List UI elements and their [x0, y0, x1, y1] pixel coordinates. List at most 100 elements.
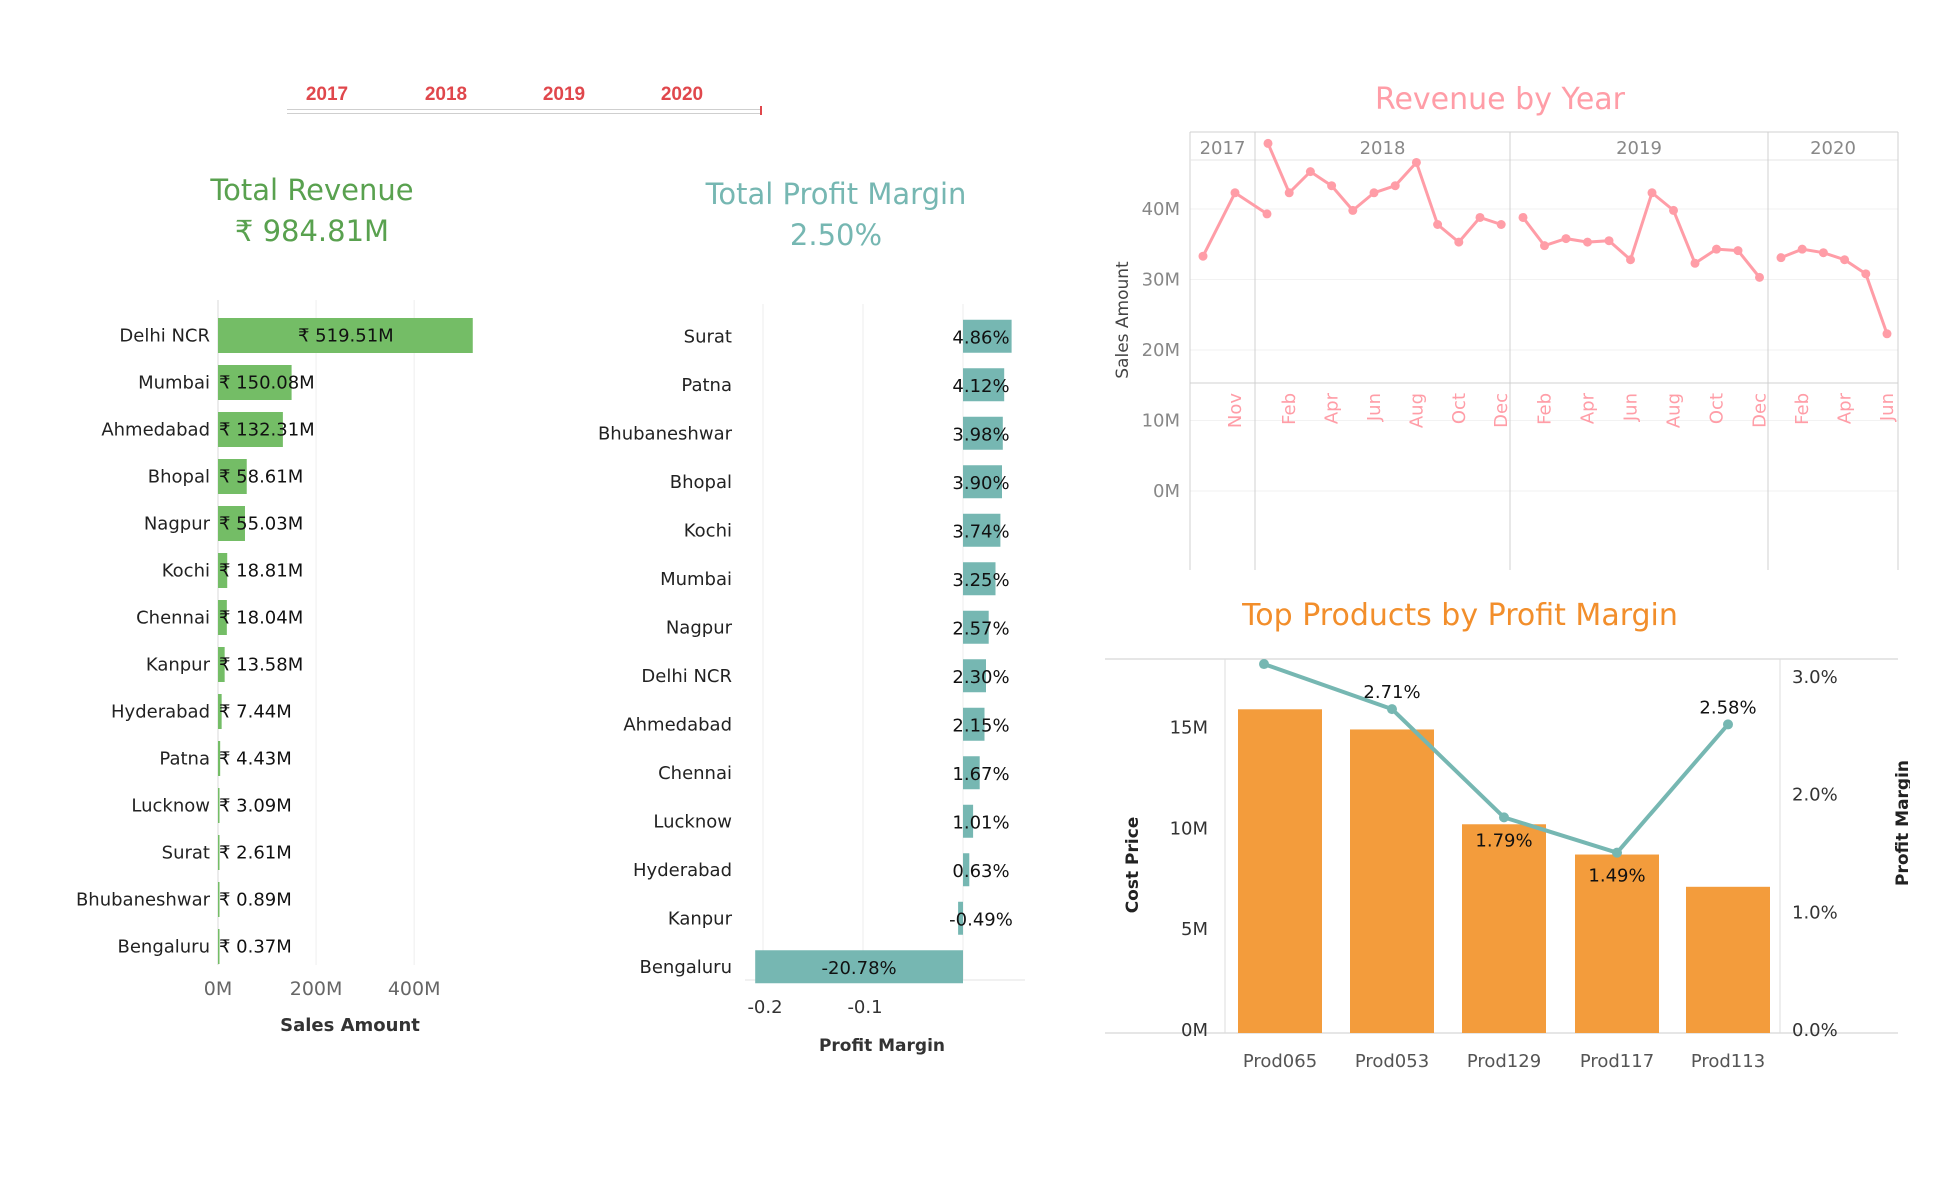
margin-value-label: 1.01%: [952, 812, 1009, 833]
month-tick-label: Aug: [1664, 393, 1685, 428]
margin-value-label: 0.63%: [952, 861, 1009, 882]
city-label: Bengaluru: [117, 937, 210, 958]
revenue-point: [1518, 212, 1528, 222]
city-label: Bhopal: [670, 472, 732, 493]
total-profit-margin-kpi: Total Profit Margin 2.50%: [686, 174, 986, 256]
revenue-line-2017: [1201, 190, 1268, 257]
revenue-point: [1198, 251, 1208, 261]
year-filter-2017[interactable]: 2017: [287, 84, 367, 106]
panel-year-label: 2020: [1810, 138, 1856, 159]
margin-value-label: 1.67%: [952, 764, 1009, 785]
revenue-point: [1454, 237, 1464, 247]
y-left-tick-label: 15M: [1170, 717, 1208, 738]
month-tick-label: Dec: [1750, 393, 1771, 428]
top-products-chart: 0M 5M 10M 15M 0.0% 1.0% 2.0% 3.0% Cost Price Prof…: [1105, 655, 1910, 1072]
city-label: Ahmedabad: [623, 714, 732, 735]
revenue-point: [1262, 209, 1272, 219]
y-tick-label: 40M: [1142, 199, 1180, 220]
city-label: Patna: [159, 749, 210, 770]
sales-value-label: ₹ 3.09M: [219, 796, 292, 817]
x-tick-label: 400M: [388, 978, 441, 1000]
revenue-point: [1411, 157, 1421, 167]
sales-value-label: ₹ 2.61M: [219, 843, 292, 864]
revenue-point: [1840, 255, 1850, 265]
revenue-point: [1733, 246, 1743, 256]
sales-value-label: ₹ 18.04M: [219, 608, 303, 629]
sales-value-label: ₹ 519.51M: [298, 326, 394, 347]
month-tick-label: Jun: [1877, 393, 1898, 422]
y-left-tick-label: 5M: [1181, 919, 1208, 940]
revenue-point: [1284, 188, 1294, 198]
revenue-line-2020: [1780, 247, 1889, 335]
city-label: Ahmedabad: [101, 420, 210, 441]
y-tick-label: 30M: [1142, 270, 1180, 291]
revenue-point: [1583, 237, 1592, 247]
city-label: Surat: [684, 326, 732, 347]
city-label: Bhopal: [148, 467, 210, 488]
revenue-point: [1561, 234, 1571, 244]
cost-price-bar: [1686, 886, 1770, 1033]
revenue-point: [1669, 205, 1678, 215]
revenue-point: [1327, 181, 1337, 191]
profit-margin-point: [1387, 704, 1397, 715]
profit-margin-label: 2.71%: [1363, 682, 1420, 703]
margin-value-label: 3.90%: [952, 473, 1009, 494]
sales-value-label: ₹ 18.81M: [219, 561, 303, 582]
sales-value-label: ₹ 55.03M: [219, 514, 303, 535]
revenue-point: [1348, 205, 1358, 215]
y-left-tick-label: 0M: [1181, 1020, 1208, 1041]
year-filter-2018[interactable]: 2018: [406, 84, 486, 106]
year-filter-2019[interactable]: 2019: [524, 84, 604, 106]
revenue-point: [1755, 272, 1764, 282]
revenue-point: [1263, 138, 1273, 148]
year-filter-2020[interactable]: 2020: [642, 84, 722, 106]
month-tick-label: Apr: [1322, 392, 1343, 424]
y-right-tick-label: 1.0%: [1792, 902, 1838, 923]
cost-price-bar: [1238, 709, 1322, 1033]
sales-value-label: ₹ 7.44M: [219, 702, 292, 723]
total-revenue-value: ₹ 984.81M: [234, 214, 390, 248]
margin-value-label: 3.25%: [952, 570, 1009, 591]
month-tick-label: Dec: [1491, 393, 1512, 428]
city-label: Bhubaneshwar: [76, 890, 211, 911]
revenue-point: [1818, 248, 1828, 258]
y-tick-label: 0M: [1153, 481, 1180, 502]
margin-value-label: -0.49%: [949, 909, 1013, 930]
revenue-point: [1647, 188, 1657, 198]
city-label: Nagpur: [144, 514, 211, 535]
city-label: Hyderabad: [633, 860, 732, 881]
profit-margin-label: 2.58%: [1699, 697, 1756, 718]
x-tick-label: -0.2: [747, 997, 782, 1018]
year-filter-end-mark: [760, 106, 762, 115]
month-tick-label: Jun: [1364, 393, 1385, 422]
revenue-line-2019: [1521, 190, 1761, 279]
cost-price-bar: [1462, 824, 1546, 1033]
revenue-by-year-chart: 0M 10M 20M 30M 40M Sales Amount 2017 Nov 2018 Feb…: [1113, 131, 1899, 570]
revenue-point: [1797, 244, 1807, 254]
y-right-tick-label: 0.0%: [1792, 1020, 1838, 1041]
total-revenue-title: Total Revenue: [210, 173, 414, 207]
x-tick-label: 200M: [290, 978, 343, 1000]
y-right-axis-title: Profit Margin: [1893, 760, 1910, 886]
revenue-by-year-title: Revenue by Year: [1374, 82, 1626, 117]
city-label: Lucknow: [131, 796, 210, 817]
year-filter-rule: [287, 109, 762, 110]
revenue-point: [1496, 220, 1506, 229]
profit-margin-point: [1723, 719, 1733, 730]
cost-price-bar: [1350, 729, 1434, 1033]
city-label: Hyderabad: [111, 702, 210, 723]
total-revenue-kpi: Total Revenue ₹ 984.81M: [162, 170, 462, 252]
city-label: Kochi: [162, 561, 210, 582]
sales-value-label: ₹ 150.08M: [219, 373, 315, 394]
revenue-point: [1433, 220, 1443, 229]
sales-value-label: ₹ 13.58M: [219, 655, 303, 676]
panel-year-label: 2017: [1200, 138, 1246, 159]
revenue-point: [1540, 241, 1549, 251]
month-tick-label: Oct: [1707, 393, 1728, 424]
revenue-point: [1475, 212, 1485, 222]
margin-value-label: 3.74%: [952, 521, 1009, 542]
city-label: Kanpur: [146, 655, 211, 676]
sales-value-label: ₹ 0.89M: [219, 890, 292, 911]
revenue-point: [1369, 188, 1379, 198]
panel-year-label: 2018: [1360, 138, 1406, 159]
